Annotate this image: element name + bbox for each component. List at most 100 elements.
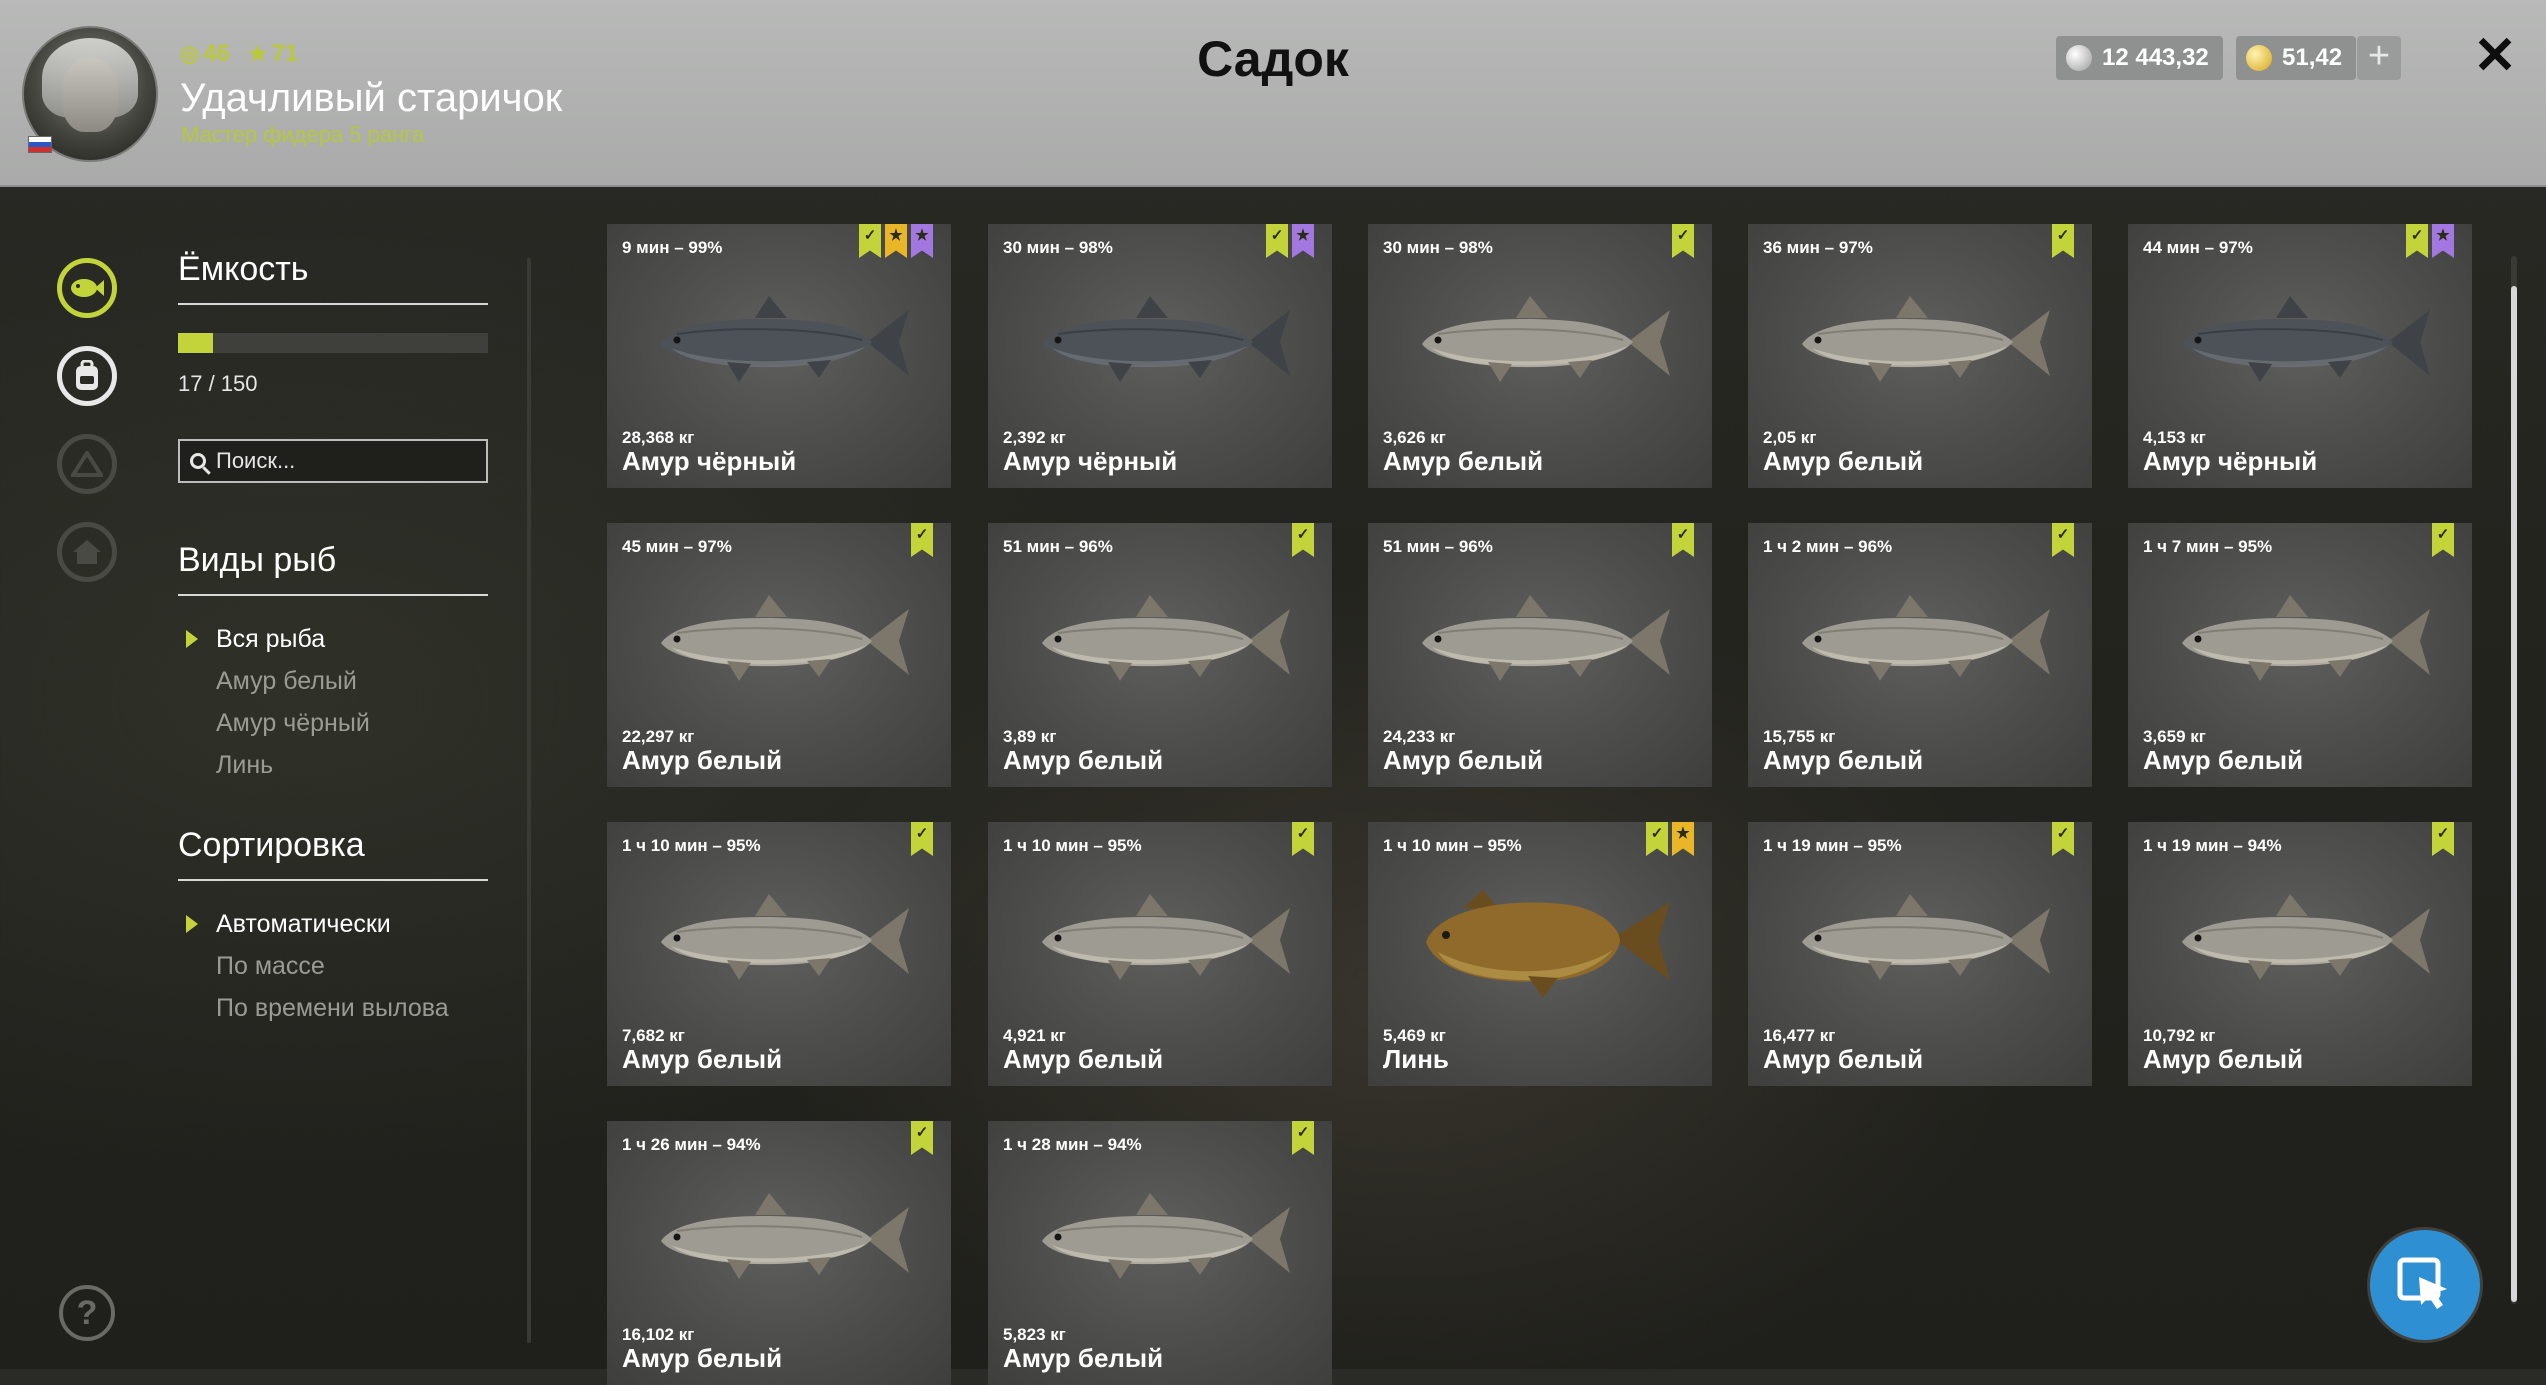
gold-value: 51,42 (2282, 44, 2343, 71)
fish-tank-tab[interactable] (57, 258, 117, 318)
fish-weight: 28,368 кг (622, 428, 695, 447)
fish-card[interactable]: 1 ч 10 мин – 95% ✓ 4,921 кг Амур белый (988, 822, 1332, 1086)
player-rank: Мастер фидера 5 ранга (181, 122, 425, 147)
fish-card[interactable]: 9 мин – 99% ✓ ★ ★ 28,368 кг Амур чёрный (607, 224, 951, 488)
species-option[interactable]: Вся рыба (178, 618, 488, 660)
fish-weight: 2,05 кг (1763, 428, 1817, 447)
sort-option[interactable]: По времени вылова (178, 987, 488, 1029)
star-badge-icon: ★ (1672, 822, 1694, 856)
grass-carp-fish-icon (1802, 894, 2050, 980)
grass-carp-fish-icon (2182, 296, 2430, 382)
fish-name: Амур белый (622, 745, 783, 775)
catch-time-freshness: 1 ч 26 мин – 94% (622, 1135, 761, 1154)
fish-badges: ✓ (2432, 822, 2454, 856)
fish-name: Амур белый (1383, 745, 1544, 775)
cursor-mode-button[interactable] (2370, 1230, 2480, 1340)
fish-weight: 5,823 кг (1003, 1325, 1066, 1344)
gold-balance: 51,42 (2236, 36, 2357, 80)
fish-name: Амур белый (622, 1343, 783, 1373)
catch-time-freshness: 1 ч 10 мин – 95% (1383, 836, 1522, 855)
search-icon (190, 453, 206, 469)
fish-card[interactable]: 45 мин – 97% ✓ 22,297 кг Амур белый (607, 523, 951, 787)
fish-badges: ✓ (1292, 523, 1314, 557)
fish-name: Линь (1383, 1044, 1449, 1074)
fish-card[interactable]: 1 ч 2 мин – 96% ✓ 15,755 кг Амур белый (1748, 523, 2092, 787)
fish-card[interactable]: 44 мин – 97% ✓ ★ 4,153 кг Амур чёрный (2128, 224, 2472, 488)
species-list: Вся рыба Амур белый Амур чёрный Линь (178, 618, 488, 786)
check-badge-icon: ✓ (911, 523, 933, 557)
check-badge-icon: ✓ (2052, 523, 2074, 557)
help-button[interactable]: ? (59, 1285, 115, 1341)
home-tab[interactable] (57, 522, 117, 582)
sort-option[interactable]: По массе (178, 945, 488, 987)
fish-weight: 16,477 кг (1763, 1026, 1836, 1045)
fish-weight: 3,626 кг (1383, 428, 1446, 447)
fish-card[interactable]: 1 ч 10 мин – 95% ✓ ★ 5,469 кг Линь (1368, 822, 1712, 1086)
fish-badges: ✓ (1292, 822, 1314, 856)
fish-card[interactable]: 51 мин – 96% ✓ 3,89 кг Амур белый (988, 523, 1332, 787)
catch-time-freshness: 36 мин – 97% (1763, 238, 1873, 257)
check-badge-icon: ✓ (2432, 822, 2454, 856)
check-badge-icon: ✓ (2406, 224, 2428, 258)
fish-name: Амур белый (1003, 1343, 1164, 1373)
silver-value: 12 443,32 (2102, 44, 2209, 71)
capacity-title: Ёмкость (178, 250, 488, 305)
add-currency-button[interactable]: + (2357, 36, 2401, 80)
fish-card[interactable]: 1 ч 10 мин – 95% ✓ 7,682 кг Амур белый (607, 822, 951, 1086)
grass-carp-fish-icon (1042, 894, 1290, 980)
trophy-badge-icon: ★ (911, 224, 933, 258)
sorting-title: Сортировка (178, 826, 488, 881)
fish-weight: 3,89 кг (1003, 727, 1057, 746)
grass-carp-fish-icon (2182, 894, 2430, 980)
fish-card[interactable]: 1 ч 19 мин – 95% ✓ 16,477 кг Амур белый (1748, 822, 2092, 1086)
fish-badges: ✓ (911, 523, 933, 557)
scrollbar-thumb[interactable] (2511, 286, 2517, 1302)
capacity-progress-fill (178, 333, 214, 353)
top-bar: ◎ 46 ★ 71 Удачливый старичок Мастер фидера… (0, 0, 2546, 187)
species-option[interactable]: Амур чёрный (178, 702, 488, 744)
fish-card[interactable]: 1 ч 26 мин – 94% ✓ 16,102 кг Амур белый (607, 1121, 951, 1385)
fish-card[interactable]: 51 мин – 96% ✓ 24,233 кг Амур белый (1368, 523, 1712, 787)
search-input[interactable] (214, 447, 468, 475)
check-badge-icon: ✓ (1292, 1121, 1314, 1155)
grass-carp-fish-icon (1042, 595, 1290, 681)
check-badge-icon: ✓ (1292, 523, 1314, 557)
fish-weight: 22,297 кг (622, 727, 695, 746)
sort-option[interactable]: Автоматически (178, 903, 488, 945)
grass-carp-fish-icon (2182, 595, 2430, 681)
fish-card[interactable]: 30 мин – 98% ✓ ★ 2,392 кг Амур чёрный (988, 224, 1332, 488)
fish-name: Амур белый (1763, 745, 1924, 775)
fish-weight: 24,233 кг (1383, 727, 1456, 746)
camp-tab[interactable] (57, 434, 117, 494)
fish-tank-icon (71, 279, 104, 297)
fish-card[interactable]: 1 ч 7 мин – 95% ✓ 3,659 кг Амур белый (2128, 523, 2472, 787)
fish-name: Амур белый (622, 1044, 783, 1074)
fish-card[interactable]: 30 мин – 98% ✓ 3,626 кг Амур белый (1368, 224, 1712, 488)
fish-card[interactable]: 36 мин – 97% ✓ 2,05 кг Амур белый (1748, 224, 2092, 488)
catch-time-freshness: 1 ч 28 мин – 94% (1003, 1135, 1142, 1154)
grass-carp-fish-icon (1042, 1193, 1290, 1279)
search-box[interactable] (178, 439, 488, 483)
check-badge-icon: ✓ (1672, 224, 1694, 258)
star-badge-icon: ★ (885, 224, 907, 258)
catch-time-freshness: 9 мин – 99% (622, 238, 723, 257)
close-button[interactable]: ✕ (2470, 28, 2520, 84)
silver-balance: 12 443,32 (2056, 36, 2223, 80)
fish-card[interactable]: 1 ч 19 мин – 94% ✓ 10,792 кг Амур белый (2128, 822, 2472, 1086)
catch-time-freshness: 1 ч 10 мин – 95% (1003, 836, 1142, 855)
russia-flag-icon (28, 136, 52, 153)
species-option[interactable]: Линь (178, 744, 488, 786)
backpack-tab[interactable] (57, 346, 117, 406)
catch-time-freshness: 51 мин – 96% (1383, 537, 1493, 556)
trophy-badge-icon: ★ (1292, 224, 1314, 258)
capacity-progress-bar (178, 333, 488, 353)
check-badge-icon: ✓ (2052, 224, 2074, 258)
trophy-badge-icon: ★ (2432, 224, 2454, 258)
species-option[interactable]: Амур белый (178, 660, 488, 702)
grass-carp-fish-icon (661, 595, 909, 681)
grass-carp-fish-icon (1802, 595, 2050, 681)
fish-card[interactable]: 1 ч 28 мин – 94% ✓ 5,823 кг Амур белый (988, 1121, 1332, 1385)
fish-name: Амур чёрный (1003, 446, 1178, 476)
backpack-icon (76, 360, 98, 390)
fish-name: Амур чёрный (622, 446, 797, 476)
